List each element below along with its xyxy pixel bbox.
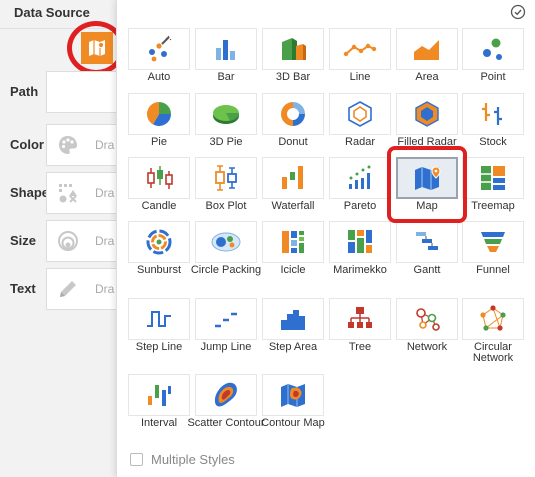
donut-chart-icon	[281, 102, 305, 126]
chart-type-pie[interactable]: Pie	[128, 93, 190, 155]
chart-type-sunburst[interactable]: Sunburst	[128, 221, 190, 283]
check-circle-icon[interactable]	[510, 4, 526, 20]
size-placeholder: Dra	[95, 234, 115, 248]
color-label: Color	[10, 137, 44, 152]
shape-field[interactable]: Dra	[46, 172, 126, 214]
icicle-icon	[282, 231, 304, 253]
chart-type-circle-packing[interactable]: Circle Packing	[191, 221, 261, 283]
3d-bar-icon	[282, 38, 306, 60]
text-label: Text	[10, 281, 36, 296]
chart-type-3d-bar[interactable]: 3D Bar	[262, 28, 324, 90]
network-icon	[416, 308, 440, 331]
bar-chart-icon	[216, 40, 235, 60]
marimekko-icon	[348, 230, 372, 253]
path-label: Path	[10, 84, 39, 99]
palette-icon	[59, 136, 77, 154]
3d-pie-icon	[213, 105, 240, 124]
text-field[interactable]: Dra	[46, 268, 126, 310]
chart-type-marimekko[interactable]: Marimekko	[329, 221, 391, 283]
step-line-icon	[147, 311, 171, 327]
size-field[interactable]: Dra	[46, 220, 126, 262]
box-plot-icon	[215, 165, 237, 191]
circular-network-icon	[480, 305, 506, 331]
chart-type-bar[interactable]: Bar	[195, 28, 257, 90]
stock-chart-icon	[482, 103, 502, 125]
chart-type-line[interactable]: Line	[329, 28, 391, 90]
color-field[interactable]: Dra	[46, 124, 126, 166]
pareto-icon	[349, 165, 371, 189]
tree-icon	[348, 307, 372, 328]
chart-type-funnel[interactable]: Funnel	[462, 221, 524, 283]
chart-type-box-plot[interactable]: Box Plot	[195, 157, 257, 219]
candle-chart-icon	[147, 166, 173, 189]
pencil-icon	[60, 281, 76, 297]
chart-type-label: Circular Network	[472, 341, 514, 364]
chart-type-3d-pie[interactable]: 3D Pie	[195, 93, 257, 155]
radar-chart-icon	[348, 101, 372, 127]
waterfall-icon	[282, 166, 303, 189]
chart-type-radar[interactable]: Radar	[329, 93, 391, 155]
chart-type-icicle[interactable]: Icicle	[262, 221, 324, 283]
chart-type-point[interactable]: Point	[462, 28, 524, 90]
multiple-styles-label: Multiple Styles	[151, 452, 235, 467]
chart-type-auto[interactable]: Auto	[128, 28, 190, 90]
shapes-icon	[59, 184, 77, 203]
chart-type-tree[interactable]: Tree	[329, 298, 391, 360]
chart-type-label: Funnel	[476, 264, 510, 276]
funnel-icon	[481, 232, 505, 252]
chart-type-area[interactable]: Area	[396, 28, 458, 90]
multiple-styles-checkbox[interactable]	[130, 453, 143, 466]
scatter-contour-icon	[214, 382, 237, 407]
sunburst-icon	[146, 229, 172, 255]
chart-type-circular-network[interactable]: Circular Network	[462, 298, 524, 364]
color-placeholder: Dra	[95, 138, 115, 152]
point-chart-icon	[483, 38, 502, 60]
chart-type-step-line[interactable]: Step Line	[128, 298, 190, 360]
chart-type-label: Point	[480, 71, 506, 83]
shape-placeholder: Dra	[95, 186, 115, 200]
chart-type-label: Stock	[479, 136, 507, 148]
line-chart-icon	[343, 43, 377, 57]
step-area-icon	[281, 310, 305, 330]
gantt-icon	[416, 232, 438, 250]
chart-type-contour-map[interactable]: Contour Map	[261, 374, 325, 436]
path-field[interactable]	[46, 71, 126, 113]
auto-icon	[149, 35, 172, 62]
chart-type-donut[interactable]: Donut	[262, 93, 324, 155]
binding-panel: Data Source Path Color Dra Shape Dra Siz…	[0, 0, 126, 477]
chart-type-network[interactable]: Network	[396, 298, 458, 360]
filled-radar-icon	[415, 101, 439, 127]
chart-type-candle[interactable]: Candle	[128, 157, 190, 219]
chart-type-interval[interactable]: Interval	[128, 374, 190, 436]
treemap-icon	[481, 166, 505, 190]
chart-type-treemap[interactable]: Treemap	[462, 157, 524, 219]
interval-icon	[148, 385, 171, 406]
text-placeholder: Dra	[95, 282, 115, 296]
area-chart-icon	[414, 40, 439, 60]
jump-line-icon	[215, 312, 237, 328]
contour-map-icon	[281, 384, 305, 407]
size-label: Size	[10, 233, 37, 248]
chart-type-jump-line[interactable]: Jump Line	[195, 298, 257, 360]
chart-type-scatter-contour[interactable]: Scatter Contour	[187, 374, 265, 436]
chart-type-stock[interactable]: Stock	[462, 93, 524, 155]
size-icon	[58, 231, 78, 251]
shape-label: Shape	[10, 185, 50, 200]
map-highlight-box	[387, 146, 467, 223]
multiple-styles-option[interactable]: Multiple Styles	[130, 452, 235, 467]
chart-type-pareto[interactable]: Pareto	[329, 157, 391, 219]
chart-type-waterfall[interactable]: Waterfall	[262, 157, 324, 219]
circle-packing-icon	[211, 232, 241, 252]
chart-type-step-area[interactable]: Step Area	[262, 298, 324, 360]
chart-type-label: Contour Map	[261, 417, 325, 429]
pie-chart-icon	[146, 101, 171, 127]
chart-type-gantt[interactable]: Gantt	[396, 221, 458, 283]
